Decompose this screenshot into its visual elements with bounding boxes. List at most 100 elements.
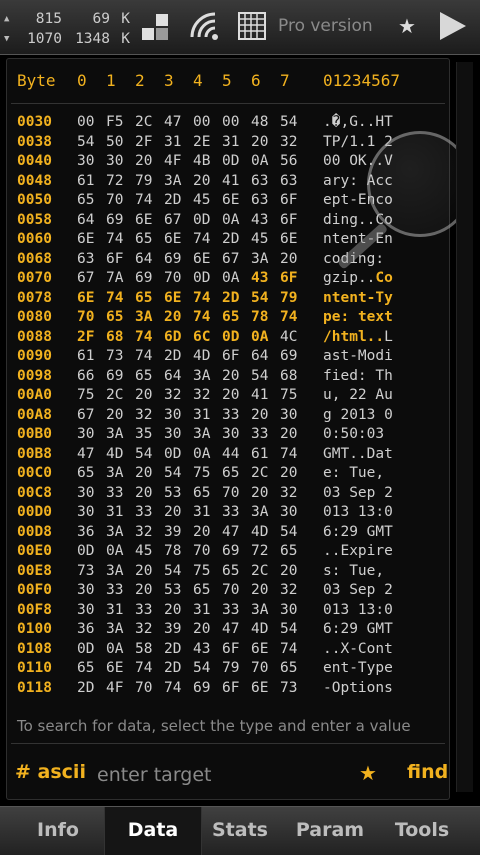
hex-byte[interactable]: 0A bbox=[106, 542, 123, 562]
hex-byte[interactable]: 30 bbox=[77, 581, 94, 601]
hex-byte[interactable]: 58 bbox=[135, 640, 152, 660]
hex-byte[interactable]: 4C bbox=[280, 328, 297, 348]
tab-stats[interactable]: Stats bbox=[192, 807, 288, 855]
hex-byte[interactable]: 30 bbox=[106, 152, 123, 172]
hex-byte[interactable]: 74 bbox=[193, 289, 210, 309]
hex-byte[interactable]: 3A bbox=[193, 367, 210, 387]
row-ascii[interactable]: ntent-En bbox=[323, 230, 393, 250]
hex-byte[interactable]: 54 bbox=[251, 289, 268, 309]
hex-byte[interactable]: 31 bbox=[222, 133, 239, 153]
hex-byte[interactable]: 69 bbox=[193, 679, 210, 699]
hex-byte[interactable]: 65 bbox=[77, 659, 94, 679]
hex-byte[interactable]: 2D bbox=[164, 347, 181, 367]
hex-byte[interactable]: 0A bbox=[251, 152, 268, 172]
hex-byte[interactable]: 31 bbox=[106, 503, 123, 523]
hex-row[interactable]: 0108 0D 0A 58 2D 43 6F 6E 74 ..X-Cont bbox=[17, 640, 447, 660]
hex-byte[interactable]: 30 bbox=[77, 425, 94, 445]
hex-byte[interactable]: 45 bbox=[135, 542, 152, 562]
row-ascii[interactable]: 00 OK..V bbox=[323, 152, 393, 172]
hex-byte[interactable]: 41 bbox=[222, 172, 239, 192]
hex-byte[interactable]: 6E bbox=[106, 659, 123, 679]
hex-row[interactable]: 0118 2D 4F 70 74 69 6F 6E 73 -Options bbox=[17, 679, 447, 699]
hex-byte[interactable]: 30 bbox=[77, 484, 94, 504]
hex-row[interactable]: 0088 2F 68 74 6D 6C 0D 0A 4C/html..L bbox=[17, 328, 447, 348]
hex-byte[interactable]: 6E bbox=[77, 289, 94, 309]
hex-byte[interactable]: 30 bbox=[77, 152, 94, 172]
pro-version-button[interactable]: Pro version bbox=[278, 16, 373, 36]
hex-byte[interactable]: 43 bbox=[251, 211, 268, 231]
row-ascii[interactable]: ..Expire bbox=[323, 542, 393, 562]
hex-byte[interactable]: 6F bbox=[280, 211, 297, 231]
hex-byte[interactable]: 43 bbox=[251, 269, 268, 289]
hex-byte[interactable]: 70 bbox=[193, 542, 210, 562]
tab-data[interactable]: Data bbox=[104, 807, 202, 855]
hex-byte[interactable]: 65 bbox=[222, 562, 239, 582]
hex-byte[interactable]: 4D bbox=[193, 347, 210, 367]
hex-byte[interactable]: 0D bbox=[222, 152, 239, 172]
hex-byte[interactable]: 69 bbox=[135, 269, 152, 289]
hex-byte[interactable]: 69 bbox=[222, 542, 239, 562]
hex-byte[interactable]: 54 bbox=[251, 367, 268, 387]
row-ascii[interactable]: /html..L bbox=[323, 328, 393, 348]
hex-byte[interactable]: 45 bbox=[251, 230, 268, 250]
row-ascii[interactable]: GMT..Dat bbox=[323, 445, 393, 465]
hex-byte[interactable]: 6F bbox=[222, 679, 239, 699]
hex-byte[interactable]: 45 bbox=[193, 191, 210, 211]
hex-byte[interactable]: 30 bbox=[77, 503, 94, 523]
hex-byte[interactable]: 70 bbox=[222, 484, 239, 504]
hex-row[interactable]: 00A0 75 2C 20 32 32 20 41 75 u, 22 Au bbox=[17, 386, 447, 406]
hex-byte[interactable]: 3A bbox=[164, 172, 181, 192]
hex-byte[interactable]: 6E bbox=[222, 191, 239, 211]
hex-byte[interactable]: 20 bbox=[106, 406, 123, 426]
hex-byte[interactable]: 2F bbox=[135, 133, 152, 153]
hex-byte[interactable]: 64 bbox=[135, 250, 152, 270]
hex-byte[interactable]: 4F bbox=[106, 679, 123, 699]
hex-byte[interactable]: 33 bbox=[251, 425, 268, 445]
hex-byte[interactable]: 30 bbox=[280, 406, 297, 426]
hex-row[interactable]: 0100 36 3A 32 39 20 47 4D 54 6:29 GMT bbox=[17, 620, 447, 640]
hex-byte[interactable]: 32 bbox=[280, 581, 297, 601]
hex-byte[interactable]: 20 bbox=[164, 601, 181, 621]
hex-byte[interactable]: 73 bbox=[106, 347, 123, 367]
hex-byte[interactable]: 20 bbox=[251, 133, 268, 153]
hex-byte[interactable]: 70 bbox=[164, 269, 181, 289]
hex-byte[interactable]: 63 bbox=[251, 191, 268, 211]
hex-byte[interactable]: 6E bbox=[251, 679, 268, 699]
hex-byte[interactable]: 31 bbox=[193, 601, 210, 621]
hex-byte[interactable]: 66 bbox=[77, 367, 94, 387]
hex-byte[interactable]: 30 bbox=[280, 503, 297, 523]
hex-byte[interactable]: 65 bbox=[280, 542, 297, 562]
hex-byte[interactable]: 2C bbox=[135, 113, 152, 133]
hex-byte[interactable]: 0D bbox=[193, 269, 210, 289]
hex-byte[interactable]: 70 bbox=[251, 659, 268, 679]
hex-byte[interactable]: 0A bbox=[106, 640, 123, 660]
hex-byte[interactable]: 2D bbox=[164, 640, 181, 660]
row-ascii[interactable]: pe: text bbox=[323, 308, 393, 328]
hex-byte[interactable]: 54 bbox=[77, 133, 94, 153]
hex-byte[interactable]: 0A bbox=[251, 328, 268, 348]
hex-byte[interactable]: 63 bbox=[280, 172, 297, 192]
hex-byte[interactable]: 54 bbox=[164, 562, 181, 582]
hex-byte[interactable]: 6F bbox=[106, 250, 123, 270]
hex-row[interactable]: 00F0 30 33 20 53 65 70 20 32 03 Sep 2 bbox=[17, 581, 447, 601]
hex-row[interactable]: 0090 61 73 74 2D 4D 6F 64 69 ast-Modi bbox=[17, 347, 447, 367]
hex-byte[interactable]: 65 bbox=[193, 484, 210, 504]
hex-byte[interactable]: 2D bbox=[222, 230, 239, 250]
bookmark-star-icon[interactable]: ★ bbox=[359, 761, 377, 785]
hex-byte[interactable]: 2E bbox=[193, 133, 210, 153]
row-ascii[interactable]: fied: Th bbox=[323, 367, 393, 387]
hex-byte[interactable]: 65 bbox=[222, 464, 239, 484]
row-ascii[interactable]: -Options bbox=[323, 679, 393, 699]
hex-byte[interactable]: 2D bbox=[164, 191, 181, 211]
hex-byte[interactable]: 79 bbox=[135, 172, 152, 192]
hex-byte[interactable]: 65 bbox=[280, 659, 297, 679]
hex-byte[interactable]: 30 bbox=[280, 601, 297, 621]
row-ascii[interactable]: ast-Modi bbox=[323, 347, 393, 367]
hex-row[interactable]: 00C8 30 33 20 53 65 70 20 32 03 Sep 2 bbox=[17, 484, 447, 504]
hex-row[interactable]: 0080 70 65 3A 20 74 65 78 74 pe: text bbox=[17, 308, 447, 328]
hex-byte[interactable]: 32 bbox=[164, 386, 181, 406]
hex-row[interactable]: 00A8 67 20 32 30 31 33 20 30 g 2013 0 bbox=[17, 406, 447, 426]
hex-byte[interactable]: 00 bbox=[193, 113, 210, 133]
hex-byte[interactable]: 20 bbox=[193, 620, 210, 640]
hex-byte[interactable]: 54 bbox=[135, 445, 152, 465]
